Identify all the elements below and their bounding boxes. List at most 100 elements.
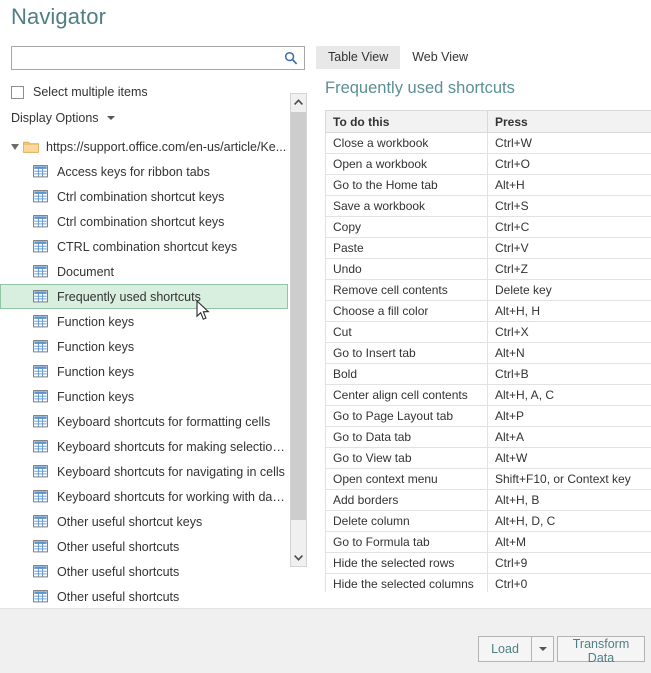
table-cell: Hide the selected rows <box>325 552 488 574</box>
tree-root-node[interactable]: https://support.office.com/en-us/article… <box>0 134 288 159</box>
table-icon <box>33 365 48 378</box>
table-column-header[interactable]: To do this <box>325 110 488 133</box>
table-cell: Copy <box>325 216 488 238</box>
table-icon <box>33 590 48 603</box>
table-cell: Alt+P <box>487 405 651 427</box>
tree-item-label: CTRL combination shortcut keys <box>57 239 238 254</box>
display-options-dropdown[interactable]: Display Options <box>11 109 115 127</box>
tree-item-label: Keyboard shortcuts for working with data… <box>57 489 288 504</box>
table-row: Go to View tab Alt+W <box>325 447 651 469</box>
table-icon <box>33 515 48 528</box>
table-row: Bold Ctrl+B <box>325 363 651 385</box>
table-cell: Save a workbook <box>325 195 488 217</box>
table-cell: Shift+F10, or Context key <box>487 468 651 490</box>
table-row: Go to Formula tab Alt+M <box>325 531 651 553</box>
scrollbar-thumb[interactable] <box>291 112 306 520</box>
tree-item[interactable]: Ctrl combination shortcut keys <box>0 184 288 209</box>
triangle-collapse-icon[interactable] <box>11 143 19 150</box>
table-cell: Ctrl+S <box>487 195 651 217</box>
folder-icon <box>23 140 39 153</box>
tree-item[interactable]: Document <box>0 259 288 284</box>
table-cell: Ctrl+C <box>487 216 651 238</box>
tree-item[interactable]: Keyboard shortcuts for making selections… <box>0 434 288 459</box>
tree-item[interactable]: Keyboard shortcuts for navigating in cel… <box>0 459 288 484</box>
tab-web-view[interactable]: Web View <box>400 46 480 69</box>
table-header-row: To do this Press <box>325 110 651 133</box>
load-dropdown-button[interactable] <box>532 636 554 662</box>
tree-item[interactable]: Ctrl combination shortcut keys <box>0 209 288 234</box>
tree-item[interactable]: Other useful shortcuts <box>0 584 288 608</box>
tree-item[interactable]: CTRL combination shortcut keys <box>0 234 288 259</box>
table-row: Save a workbook Ctrl+S <box>325 195 651 217</box>
table-cell: Ctrl+O <box>487 153 651 175</box>
chevron-up-icon[interactable] <box>291 94 306 111</box>
tree-item-label: Ctrl combination shortcut keys <box>57 189 225 204</box>
table-cell: Alt+H, B <box>487 489 651 511</box>
transform-data-button[interactable]: Transform Data <box>557 636 645 665</box>
search-icon[interactable] <box>280 49 302 67</box>
table-body: Close a workbook Ctrl+W Open a workbook Ctr… <box>325 132 651 592</box>
tree-item-label: Function keys <box>57 314 135 329</box>
table-column-header[interactable]: Press <box>487 110 651 133</box>
tree-item[interactable]: Access keys for ribbon tabs <box>0 159 288 184</box>
tree-item-label: Other useful shortcuts <box>57 589 180 604</box>
table-cell: Alt+M <box>487 531 651 553</box>
table-cell: Ctrl+9 <box>487 552 651 574</box>
chevron-down-icon[interactable] <box>106 116 115 120</box>
tree-item[interactable]: Other useful shortcuts <box>0 559 288 584</box>
search-input[interactable] <box>12 47 278 69</box>
tree-item[interactable]: Keyboard shortcuts for working with data… <box>0 484 288 509</box>
load-split-button-group: Load <box>478 636 554 662</box>
table-cell: Ctrl+X <box>487 321 651 343</box>
table-cell: Go to Formula tab <box>325 531 488 553</box>
tree-item-label: Other useful shortcuts <box>57 564 180 579</box>
table-cell: Ctrl+W <box>487 132 651 154</box>
tree-item[interactable]: Function keys <box>0 309 288 334</box>
tree-item[interactable]: Function keys <box>0 384 288 409</box>
table-icon <box>33 465 48 478</box>
table-icon <box>33 240 48 253</box>
table-cell: Hide the selected columns <box>325 573 488 592</box>
tree-item[interactable]: Function keys <box>0 334 288 359</box>
search-box[interactable] <box>11 46 305 70</box>
checkbox-unchecked-icon[interactable] <box>11 85 24 99</box>
table-icon <box>33 490 48 503</box>
tree-item-label: Other useful shortcut keys <box>57 514 203 529</box>
table-row: Go to Insert tab Alt+N <box>325 342 651 364</box>
preview-table-container[interactable]: To do this Press Close a workbook Ctrl+W Op… <box>325 110 651 592</box>
table-icon <box>33 215 48 228</box>
table-cell: Alt+N <box>487 342 651 364</box>
tree-root-label: https://support.office.com/en-us/article… <box>46 139 287 154</box>
table-row: Choose a fill color Alt+H, H <box>325 300 651 322</box>
table-cell: Undo <box>325 258 488 280</box>
page-title: Navigator <box>11 4 107 29</box>
table-cell: Center align cell contents <box>325 384 488 406</box>
table-icon <box>33 390 48 403</box>
table-icon <box>33 540 48 553</box>
table-row: Undo Ctrl+Z <box>325 258 651 280</box>
table-row: Paste Ctrl+V <box>325 237 651 259</box>
table-row: Open context menu Shift+F10, or Context k… <box>325 468 651 490</box>
table-row: Hide the selected columns Ctrl+0 <box>325 573 651 592</box>
load-button[interactable]: Load <box>478 636 532 662</box>
tree-item[interactable]: Other useful shortcuts <box>0 534 288 559</box>
select-multiple-items-checkbox[interactable]: Select multiple items <box>11 83 148 101</box>
table-cell: Paste <box>325 237 488 259</box>
preview-tab-strip: Table View Web View <box>316 44 651 69</box>
tree-item-label: Frequently used shortcuts <box>57 289 201 304</box>
chevron-down-icon[interactable] <box>291 549 306 566</box>
select-multiple-items-label: Select multiple items <box>33 85 148 99</box>
tree-item-label: Keyboard shortcuts for formatting cells <box>57 414 271 429</box>
tree-item[interactable]: Other useful shortcut keys <box>0 509 288 534</box>
table-row: Go to Page Layout tab Alt+P <box>325 405 651 427</box>
tree-scrollbar[interactable] <box>290 93 307 567</box>
table-cell: Ctrl+Z <box>487 258 651 280</box>
tree-item-label: Function keys <box>57 364 135 379</box>
tree-item[interactable]: Function keys <box>0 359 288 384</box>
table-cell: Go to Page Layout tab <box>325 405 488 427</box>
tree-item-selected[interactable]: Frequently used shortcuts <box>0 284 288 309</box>
tab-table-view[interactable]: Table View <box>316 46 401 69</box>
table-cell: Delete column <box>325 510 488 532</box>
table-cell: Ctrl+B <box>487 363 651 385</box>
tree-item[interactable]: Keyboard shortcuts for formatting cells <box>0 409 288 434</box>
